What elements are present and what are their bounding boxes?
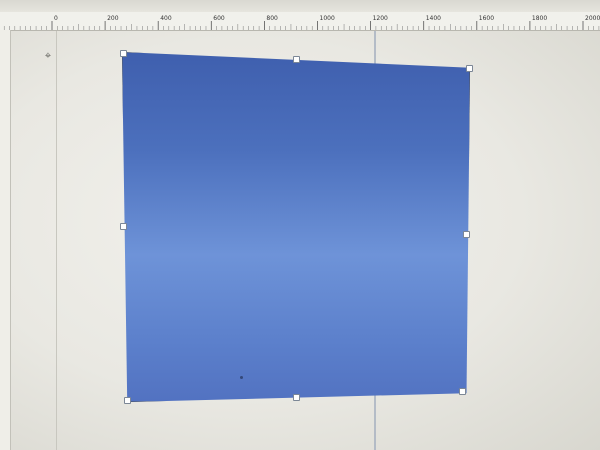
selection-handle-top-left[interactable] [120, 50, 127, 57]
ruler-label: 600 [213, 15, 225, 22]
ruler-label: 0 [54, 15, 58, 22]
selection-handle-bottom-middle[interactable] [293, 394, 300, 401]
ruler-label: 1600 [479, 15, 494, 22]
horizontal-ruler[interactable]: 0 200 400 600 800 1000 1200 1400 1600 1800 2000 [0, 12, 600, 31]
vertical-ruler[interactable] [0, 30, 11, 450]
ruler-label: 1000 [320, 15, 335, 22]
selection-handle-middle-right[interactable] [463, 231, 470, 238]
pointer-dot [240, 376, 243, 379]
blue-square-shape[interactable] [122, 52, 470, 402]
toolbar-strip [0, 0, 600, 12]
ruler-label: 1800 [532, 15, 547, 22]
ruler-ticks: 0 200 400 600 800 1000 1200 1400 1600 1800 2000 [3, 15, 600, 30]
selection-handle-top-right[interactable] [466, 65, 473, 72]
page-border-left [56, 31, 57, 450]
ruler-label: 800 [266, 15, 278, 22]
design-app-window: 0 200 400 600 800 1000 1200 1400 1600 1800 2000 ⌖ [0, 0, 600, 450]
ruler-label: 1200 [373, 15, 388, 22]
selection-handle-bottom-left[interactable] [124, 397, 131, 404]
ruler-label: 400 [160, 15, 172, 22]
selection-handle-top-middle[interactable] [293, 56, 300, 63]
selection-handle-bottom-right[interactable] [459, 388, 466, 395]
ruler-label: 200 [107, 15, 119, 22]
selection-handle-middle-left[interactable] [120, 223, 127, 230]
ruler-label: 2000 [585, 15, 600, 22]
crosshair-icon: ⌖ [44, 49, 52, 62]
ruler-label: 1400 [426, 15, 441, 22]
